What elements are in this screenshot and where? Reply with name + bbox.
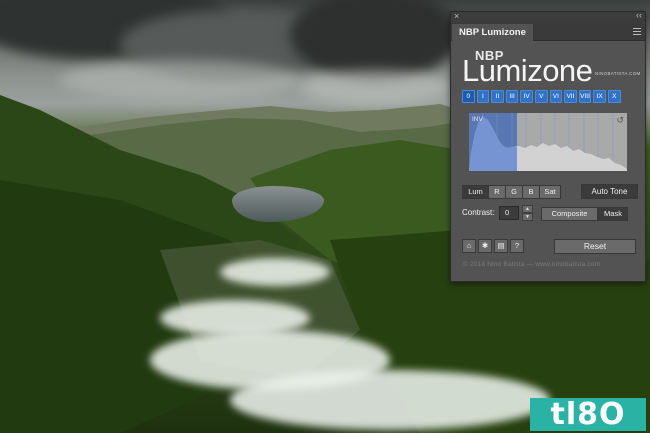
- reset-button[interactable]: Reset: [554, 239, 636, 254]
- home-icon[interactable]: ⌂: [462, 239, 476, 253]
- help-icon[interactable]: ?: [510, 239, 524, 253]
- zone-button-9[interactable]: IX: [593, 90, 606, 103]
- zone-button-1[interactable]: I: [476, 90, 490, 103]
- close-icon[interactable]: ×: [454, 11, 459, 21]
- logo-site: NINOBATISTA.COM: [595, 71, 641, 76]
- contrast-input[interactable]: 0: [499, 206, 519, 220]
- channel-button-r[interactable]: R: [488, 185, 506, 199]
- zone-buttons: 0 I II III IV V VI VII VIII IX X: [462, 90, 621, 103]
- zone-button-0[interactable]: 0: [462, 90, 475, 103]
- zone-button-8[interactable]: VIII: [578, 90, 592, 103]
- zone-button-2[interactable]: II: [491, 90, 504, 103]
- logo-name: Lumizone: [462, 53, 593, 88]
- contrast-label: Contrast:: [462, 208, 495, 217]
- watermark-logo: tl8O: [530, 398, 646, 431]
- channel-buttons: Lum R G B Sat: [462, 185, 561, 199]
- gear-icon[interactable]: ✱: [478, 239, 492, 253]
- panel-topbar: × ‹‹: [451, 10, 645, 23]
- view-mode-buttons: Composite Mask: [541, 207, 628, 221]
- channel-button-sat[interactable]: Sat: [539, 185, 561, 199]
- channel-button-b[interactable]: B: [522, 185, 540, 199]
- document-icon[interactable]: ▤: [494, 239, 508, 253]
- channel-button-g[interactable]: G: [505, 185, 523, 199]
- reset-histogram-icon[interactable]: ↺: [616, 115, 624, 126]
- lumizone-panel: × ‹‹ NBP Lumizone NBP Lumizone NINOBATIS…: [450, 10, 646, 282]
- auto-tone-button[interactable]: Auto Tone: [581, 184, 638, 199]
- utility-buttons: ⌂ ✱ ▤ ?: [462, 239, 524, 253]
- waterfall: [230, 370, 550, 430]
- panel-menu-icon[interactable]: [633, 28, 641, 35]
- invert-label[interactable]: INV: [472, 116, 483, 123]
- zone-button-5[interactable]: V: [534, 90, 548, 103]
- channel-button-lum[interactable]: Lum: [462, 185, 489, 199]
- histogram-graph: [469, 113, 627, 171]
- zone-button-4[interactable]: IV: [520, 90, 533, 103]
- panel-tabbar: NBP Lumizone: [451, 23, 645, 41]
- contrast-stepper: ▲ ▼: [522, 205, 533, 221]
- histogram[interactable]: INV ↺: [469, 113, 627, 171]
- zone-button-10[interactable]: X: [607, 90, 621, 103]
- tab-nbp-lumizone[interactable]: NBP Lumizone: [452, 24, 533, 41]
- zone-button-7[interactable]: VII: [564, 90, 577, 103]
- zone-button-6[interactable]: VI: [549, 90, 563, 103]
- lumizone-logo: NBP Lumizone NINOBATISTA.COM: [462, 48, 642, 88]
- increase-icon[interactable]: ▲: [522, 205, 533, 213]
- mask-button[interactable]: Mask: [598, 207, 628, 221]
- waterfall: [220, 258, 330, 286]
- decrease-icon[interactable]: ▼: [522, 213, 533, 221]
- copyright-text: © 2018 Nino Batista — www.ninobatista.co…: [463, 261, 601, 268]
- zone-button-3[interactable]: III: [505, 90, 519, 103]
- collapse-panel-icon[interactable]: ‹‹: [636, 10, 642, 20]
- composite-button[interactable]: Composite: [541, 207, 598, 221]
